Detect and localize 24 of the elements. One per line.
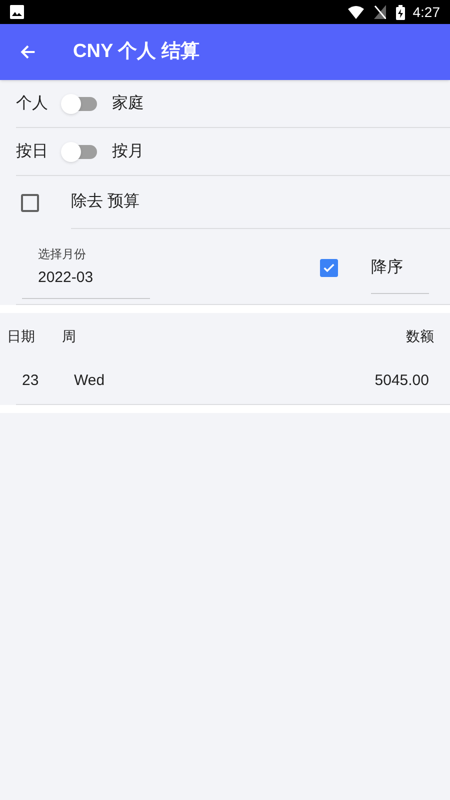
column-header: 周 <box>62 326 77 346</box>
checkmark-icon <box>322 261 336 275</box>
app-bar-title: CNY 个人 结算 <box>73 40 200 64</box>
toggle-switch[interactable] <box>61 140 99 162</box>
checkbox[interactable] <box>320 259 338 277</box>
month-field[interactable]: 选择月份 2022-03 <box>22 246 150 299</box>
toggle-left-label: 个人 <box>16 94 48 114</box>
battery-charging-icon <box>396 4 405 20</box>
toggle-left-label: 按日 <box>16 142 48 162</box>
no-signal-icon <box>374 5 386 19</box>
column-header: 日期 <box>7 326 36 346</box>
table-cell-text: 23 <box>22 371 40 392</box>
toggle-right-label: 按月 <box>112 142 144 162</box>
toggle-right-label: 家庭 <box>112 94 144 114</box>
checkbox-label: 降序 <box>371 256 429 294</box>
wifi-icon <box>348 6 364 18</box>
checkbox[interactable] <box>21 194 39 212</box>
table-cell-text: Wed <box>74 371 106 392</box>
column-header: 数额 <box>406 326 434 346</box>
status-time: 4:27 <box>412 2 440 22</box>
image-icon <box>10 5 24 19</box>
table-cell-text: 5045.00 <box>374 371 429 392</box>
toggle-switch[interactable] <box>61 92 99 114</box>
checkbox-label: 除去 预算 <box>71 176 450 229</box>
